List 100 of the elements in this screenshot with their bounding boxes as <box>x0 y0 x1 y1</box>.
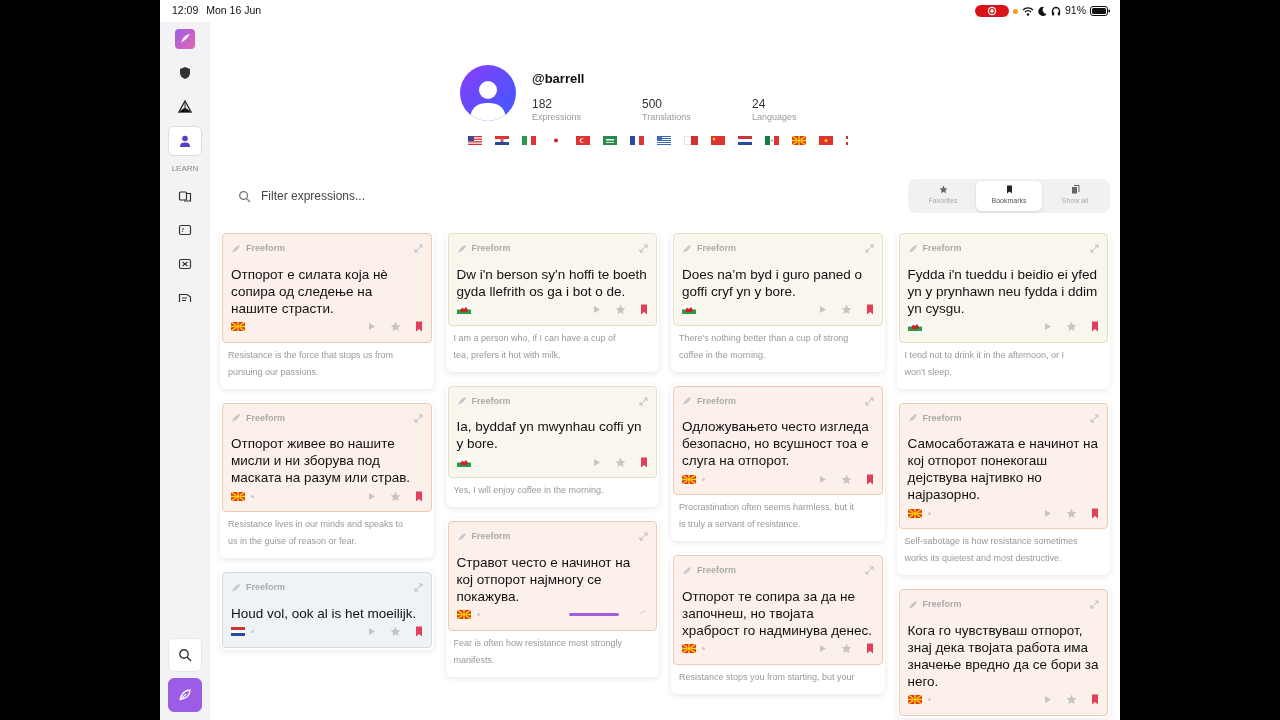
search-icon <box>178 648 192 662</box>
expand-button[interactable] <box>413 413 423 423</box>
stat-label: Languages <box>752 110 798 124</box>
favorite-star-button[interactable] <box>840 304 852 315</box>
expand-button[interactable] <box>639 532 648 542</box>
favorite-star-button[interactable] <box>389 490 401 502</box>
stat-label: Expressions <box>532 110 583 124</box>
flag-icon <box>468 136 482 145</box>
expand-icon <box>864 566 874 576</box>
flag-icon <box>630 136 644 145</box>
leaf-icon <box>231 243 241 254</box>
flag-icon <box>819 136 833 145</box>
username: @barrell <box>532 70 586 88</box>
translation-text: Fear is often how resistance most strongly manifests. <box>452 636 624 667</box>
bookmark-button[interactable] <box>865 643 874 654</box>
leaf-icon <box>682 396 692 407</box>
expand-button[interactable] <box>1090 413 1099 423</box>
favorite-star-button[interactable] <box>1066 694 1077 705</box>
bookmark-button[interactable] <box>414 626 423 637</box>
play-button[interactable] <box>593 305 601 314</box>
expand-button[interactable] <box>1090 600 1099 610</box>
person-icon <box>178 134 192 148</box>
play-button[interactable] <box>818 474 827 484</box>
play-button[interactable] <box>367 322 376 331</box>
favorite-star-button[interactable] <box>389 626 401 637</box>
play-button[interactable] <box>1044 322 1052 331</box>
play-button[interactable] <box>367 491 376 501</box>
expand-button[interactable] <box>639 396 648 406</box>
flag-icon <box>522 136 536 145</box>
play-icon <box>818 644 827 653</box>
leaf-icon <box>231 582 241 593</box>
expand-button[interactable] <box>864 566 874 576</box>
favorite-star-button[interactable] <box>1066 507 1077 519</box>
card-type-label: Freeform <box>471 394 511 408</box>
expand-button[interactable] <box>639 244 648 254</box>
expand-icon <box>639 532 648 542</box>
sidebar-item[interactable] <box>168 126 202 156</box>
favorite-star-button[interactable] <box>1066 321 1077 332</box>
screen-recording-icon <box>975 5 1009 17</box>
expand-button[interactable] <box>864 396 874 406</box>
expression-text: Самосаботажата е начинот на кој отпорот понекогаш дејствува најтивко но најразорно. <box>907 435 1099 503</box>
bookmark-button[interactable] <box>1091 694 1099 705</box>
bookmark-button[interactable] <box>865 473 874 485</box>
play-button[interactable] <box>818 305 827 314</box>
screen-icon <box>178 223 192 237</box>
stat-label: Translations <box>642 110 692 124</box>
pages-icon <box>1070 185 1080 195</box>
expand-button[interactable] <box>1090 244 1099 254</box>
stat-value: 182 <box>532 96 554 111</box>
favorite-star-button[interactable] <box>389 321 401 332</box>
favorite-star-button[interactable] <box>615 304 626 315</box>
expression-text: Кога го чувствуваш отпорот, знај дека твојата работа има значење вредно да се бори за него. <box>907 621 1099 690</box>
play-icon <box>818 474 827 484</box>
card-type-label: Freeform <box>471 242 511 255</box>
battery-percent: 91% <box>1065 3 1086 19</box>
bookmark-button[interactable] <box>865 304 874 315</box>
bookmark-button[interactable] <box>640 456 648 468</box>
sidebar-button[interactable] <box>168 678 202 712</box>
play-button[interactable] <box>1044 508 1052 518</box>
section-label: LEARN <box>171 163 199 175</box>
card-type-label: Freeform <box>246 581 285 594</box>
expand-icon <box>413 583 423 593</box>
translation-text: Resistance stops you from starting, but your <box>678 670 856 684</box>
play-icon <box>593 457 601 467</box>
translation-text: Resistance is the force that stops us from pursuing our passions. <box>227 348 395 379</box>
flag-icon <box>738 136 752 145</box>
expand-button[interactable] <box>413 244 423 254</box>
bookmark-button[interactable] <box>1091 321 1099 332</box>
filter-field[interactable]: Filter expressions... <box>259 186 908 206</box>
leaf-icon <box>456 396 467 407</box>
play-button[interactable] <box>367 627 376 636</box>
app-logo-icon <box>175 29 195 49</box>
play-button[interactable] <box>593 457 601 467</box>
play-button[interactable] <box>1044 695 1052 704</box>
bookmark-button[interactable] <box>414 321 423 332</box>
bookmark-button[interactable] <box>1091 507 1099 519</box>
translation-text: There's nothing better than a cup of strong coffee in the morning. <box>678 331 850 362</box>
expand-icon <box>1090 244 1099 254</box>
favorite-star-button[interactable] <box>840 473 852 485</box>
play-icon <box>367 627 376 636</box>
shield-icon <box>178 66 192 80</box>
clock-time: 12:09 <box>172 3 199 19</box>
battery-icon <box>1090 6 1110 16</box>
indicator-dot-icon <box>1013 8 1018 14</box>
expand-button[interactable] <box>864 244 874 254</box>
search-button[interactable] <box>168 638 202 672</box>
crossed-box-icon <box>178 257 192 271</box>
favorite-star-button[interactable] <box>840 643 852 654</box>
bookmark-button[interactable] <box>640 304 648 315</box>
stat-value: 500 <box>642 96 664 111</box>
play-icon <box>367 491 376 501</box>
leaf-icon <box>907 599 918 610</box>
expand-button[interactable] <box>413 583 423 593</box>
bookmark-button[interactable] <box>414 490 423 502</box>
search-icon <box>238 189 251 203</box>
favorite-star-button[interactable] <box>615 456 626 468</box>
translation-text: Resistance lives in our minds and speaks to us in the guise of reason or fear. <box>227 518 405 548</box>
play-icon <box>1044 508 1052 518</box>
translation-text: I tend not to drink it in the afternoon, or I won't sleep. <box>903 348 1066 379</box>
play-button[interactable] <box>818 644 827 653</box>
